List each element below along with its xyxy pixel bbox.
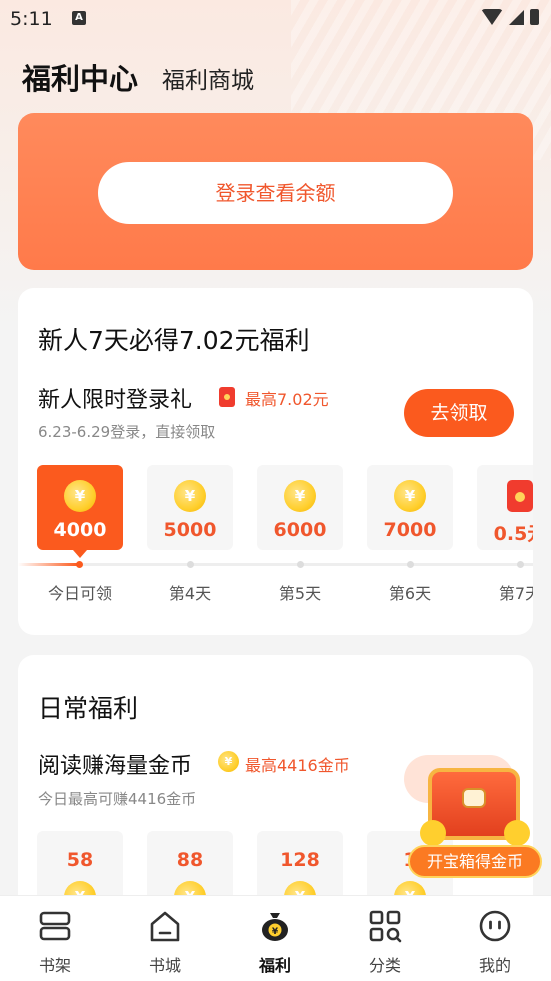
status-time: 5:11	[10, 8, 53, 30]
progress-dot	[187, 561, 194, 568]
day-reward-day5[interactable]: ¥ 6000	[257, 465, 343, 550]
gold-coin-icon: ¥	[64, 480, 96, 512]
welfare-bag-icon: ¥	[262, 913, 288, 941]
day-reward-today[interactable]: ¥ 4000	[37, 465, 123, 558]
bookstore-icon	[150, 911, 180, 942]
svg-text:¥: ¥	[272, 927, 279, 937]
chest-lock-icon	[462, 788, 486, 808]
nav-label: 书城	[148, 956, 181, 975]
progress-dot	[517, 561, 524, 568]
gold-coin-icon: ¥	[174, 480, 206, 512]
coin-reward-amount: 128	[280, 849, 320, 871]
treasure-chest-icon[interactable]	[420, 768, 530, 848]
nav-item-bookshelf[interactable]: 书架	[0, 896, 110, 981]
coin-reward-amount: 58	[66, 849, 94, 871]
newbie-date-range: 6.23-6.29登录，直接领取	[38, 423, 216, 441]
nav-label: 我的	[478, 956, 511, 975]
day-label: 第7天	[498, 584, 533, 603]
day-label: 第5天	[278, 584, 322, 603]
day-label: 今日可领	[47, 584, 112, 603]
wifi-icon	[481, 9, 503, 25]
notification-badge-icon: A	[72, 11, 86, 25]
open-treasure-button[interactable]: 开宝箱得金币	[408, 845, 542, 878]
nav-item-profile[interactable]: 我的	[440, 896, 550, 981]
read-max-reward: 最高4416金币	[245, 756, 350, 775]
battery-icon	[530, 9, 539, 25]
nav-item-category[interactable]: 分类	[330, 896, 440, 981]
category-icon	[369, 910, 402, 943]
day-reward-amount: 5000	[163, 519, 217, 541]
day-reward-amount: 4000	[53, 519, 107, 541]
nav-label: 书架	[38, 956, 71, 975]
day-reward-day6[interactable]: ¥ 7000	[367, 465, 453, 550]
gold-coin-icon	[504, 820, 530, 846]
day-reward-day7[interactable]: 0.5元	[477, 465, 533, 550]
tab-welfare-mall[interactable]: 福利商城	[162, 61, 254, 95]
progress-dot	[407, 561, 414, 568]
newbie-login-gift-title: 新人限时登录礼	[38, 388, 193, 413]
bottom-nav: 书架 书城 ¥ 福利 分类 我的	[0, 895, 551, 981]
read-earn-title: 阅读赚海量金币	[38, 754, 193, 779]
progress-track	[18, 563, 533, 566]
gold-coin-icon	[420, 820, 446, 846]
login-view-balance-button[interactable]: 登录查看余额	[98, 162, 453, 224]
page-title[interactable]: 福利中心	[22, 56, 138, 98]
coin-reward-amount: 88	[176, 849, 204, 871]
gold-coin-icon: ¥	[218, 751, 239, 772]
day-label: 第6天	[388, 584, 432, 603]
progress-dot	[76, 561, 83, 568]
nav-label: 分类	[368, 956, 401, 975]
red-envelope-icon	[507, 480, 533, 512]
progress-dot	[297, 561, 304, 568]
login-balance-card: 登录查看余额	[18, 113, 533, 270]
gold-coin-icon: ¥	[284, 480, 316, 512]
nav-label: 福利	[258, 956, 291, 975]
day-reward-day4[interactable]: ¥ 5000	[147, 465, 233, 550]
claim-button[interactable]: 去领取	[404, 389, 514, 437]
red-envelope-icon	[219, 387, 235, 407]
newbie-reward-card: 新人7天必得7.02元福利 新人限时登录礼 最高7.02元 6.23-6.29登…	[18, 288, 533, 635]
day-label: 第4天	[168, 584, 212, 603]
newbie-card-title: 新人7天必得7.02元福利	[38, 326, 310, 355]
read-subtitle: 今日最高可赚4416金币	[38, 790, 197, 808]
day-reward-amount: 6000	[273, 519, 327, 541]
status-bar: 5:11 A	[0, 0, 551, 38]
newbie-max-reward: 最高7.02元	[245, 390, 329, 409]
day-reward-amount: 0.5元	[493, 523, 533, 545]
nav-item-bookstore[interactable]: 书城	[110, 896, 220, 981]
progress-fill	[18, 563, 78, 566]
day-reward-amount: 7000	[383, 519, 437, 541]
nav-item-welfare[interactable]: ¥ 福利	[220, 896, 330, 981]
gold-coin-icon: ¥	[394, 480, 426, 512]
daily-card-title: 日常福利	[38, 694, 139, 723]
profile-icon	[479, 910, 511, 942]
bookshelf-icon	[39, 911, 71, 941]
status-icons	[481, 9, 539, 25]
cellular-icon	[509, 9, 524, 25]
